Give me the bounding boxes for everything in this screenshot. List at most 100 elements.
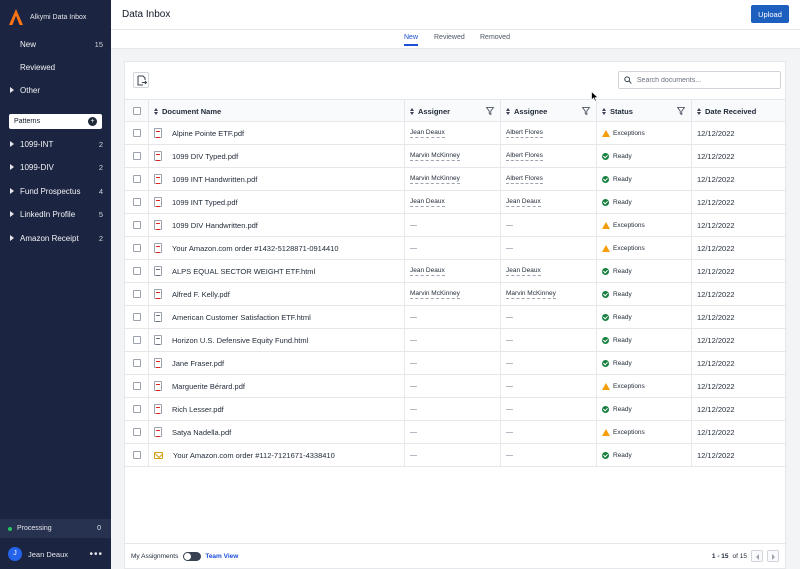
table-row[interactable]: Alpine Pointe ETF.pdf Jean Deaux Albert Fl…: [125, 122, 785, 145]
assigner-name[interactable]: Jean Deaux: [410, 128, 445, 138]
row-checkbox[interactable]: [132, 405, 141, 413]
document-name[interactable]: Rich Lesser.pdf: [172, 405, 224, 414]
upload-button[interactable]: Upload: [751, 5, 789, 23]
document-name[interactable]: Your Amazon.com order #1432-5128871-0914…: [172, 244, 339, 253]
document-name-cell[interactable]: ALPS EQUAL SECTOR WEIGHT ETF.html: [149, 260, 405, 282]
document-name[interactable]: Satya Nadella.pdf: [172, 428, 231, 437]
row-checkbox[interactable]: [132, 221, 141, 229]
filter-icon[interactable]: [582, 107, 590, 115]
document-name-cell[interactable]: Alpine Pointe ETF.pdf: [149, 122, 405, 144]
document-name[interactable]: 1099 INT Typed.pdf: [172, 198, 238, 207]
row-checkbox[interactable]: [132, 267, 141, 275]
tab-reviewed[interactable]: Reviewed: [434, 34, 465, 44]
document-name-cell[interactable]: Horizon U.S. Defensive Equity Fund.html: [149, 329, 405, 351]
document-name[interactable]: Marguerite Bérard.pdf: [172, 382, 245, 391]
table-row[interactable]: American Customer Satisfaction ETF.html —…: [125, 306, 785, 329]
table-row[interactable]: Horizon U.S. Defensive Equity Fund.html —…: [125, 329, 785, 352]
row-checkbox[interactable]: [132, 152, 141, 160]
assignee-name[interactable]: Albert Flores: [506, 174, 543, 184]
assignee-name[interactable]: Jean Deaux: [506, 197, 541, 207]
brand[interactable]: Alkymi Data Inbox: [8, 8, 86, 26]
table-row[interactable]: Marguerite Bérard.pdf — — Exceptions 12/12/2…: [125, 375, 785, 398]
document-name[interactable]: Jane Fraser.pdf: [172, 359, 224, 368]
tab-new[interactable]: New: [404, 34, 419, 46]
sidebar-item-1099-int[interactable]: 1099-INT 2: [0, 136, 111, 152]
row-checkbox[interactable]: [132, 451, 141, 459]
row-checkbox[interactable]: [132, 428, 141, 436]
header-status[interactable]: Status: [597, 100, 692, 122]
add-pattern-icon[interactable]: +: [88, 117, 97, 126]
header-assigner[interactable]: Assigner: [405, 100, 501, 122]
sidebar-item-1099-div[interactable]: 1099-DIV 2: [0, 159, 111, 175]
assigner-name[interactable]: Marvin McKinney: [410, 151, 460, 161]
document-name-cell[interactable]: Rich Lesser.pdf: [149, 398, 405, 420]
table-row[interactable]: Jane Fraser.pdf — — Ready 12/12/2022: [125, 352, 785, 375]
table-row[interactable]: Rich Lesser.pdf — — Ready 12/12/2022: [125, 398, 785, 421]
row-checkbox[interactable]: [132, 290, 141, 298]
user-menu[interactable]: J Jean Deaux •••: [0, 543, 111, 565]
sidebar-item-linkedin-profile[interactable]: LinkedIn Profile 5: [0, 206, 111, 222]
assigner-name[interactable]: Marvin McKinney: [410, 174, 460, 184]
sidebar-item-amazon-receipt[interactable]: Amazon Receipt 2: [0, 230, 111, 246]
export-button[interactable]: [133, 72, 149, 88]
table-row[interactable]: Alfred F. Kelly.pdf Marvin McKinney Marvin…: [125, 283, 785, 306]
table-row[interactable]: 1099 INT Handwritten.pdf Marvin McKinney A…: [125, 168, 785, 191]
document-name[interactable]: 1099 INT Handwritten.pdf: [172, 175, 257, 184]
document-name[interactable]: American Customer Satisfaction ETF.html: [172, 313, 311, 322]
assignee-name[interactable]: Albert Flores: [506, 151, 543, 161]
search-input[interactable]: [636, 76, 775, 84]
document-name[interactable]: 1099 DIV Typed.pdf: [172, 152, 238, 161]
document-name[interactable]: Alfred F. Kelly.pdf: [172, 290, 230, 299]
select-all-checkbox[interactable]: [132, 107, 141, 115]
document-name[interactable]: Your Amazon.com order #112-7121671-43384…: [173, 451, 335, 460]
assigner-name[interactable]: Jean Deaux: [410, 197, 445, 207]
document-name-cell[interactable]: Alfred F. Kelly.pdf: [149, 283, 405, 305]
document-name-cell[interactable]: Jane Fraser.pdf: [149, 352, 405, 374]
previous-page-button[interactable]: [751, 550, 763, 562]
table-row[interactable]: 1099 DIV Typed.pdf Marvin McKinney Albert …: [125, 145, 785, 168]
sidebar-item-new[interactable]: New 15: [0, 36, 111, 52]
assignee-name[interactable]: Jean Deaux: [506, 266, 541, 276]
processing-status[interactable]: Processing 0: [0, 519, 111, 538]
document-name[interactable]: Alpine Pointe ETF.pdf: [172, 129, 244, 138]
header-assignee[interactable]: Assignee: [501, 100, 597, 122]
assigner-name[interactable]: Marvin McKinney: [410, 289, 460, 299]
table-row[interactable]: Your Amazon.com order #112-7121671-43384…: [125, 444, 785, 467]
sidebar-item-fund-prospectus[interactable]: Fund Prospectus 4: [0, 183, 111, 199]
assignee-name[interactable]: Marvin McKinney: [506, 289, 556, 299]
patterns-button[interactable]: Patterns +: [9, 114, 102, 129]
row-checkbox[interactable]: [132, 244, 141, 252]
document-name-cell[interactable]: 1099 INT Typed.pdf: [149, 191, 405, 213]
next-page-button[interactable]: [767, 550, 779, 562]
document-name-cell[interactable]: Your Amazon.com order #112-7121671-43384…: [149, 444, 405, 466]
assignments-toggle[interactable]: [183, 551, 202, 561]
row-checkbox[interactable]: [132, 175, 141, 183]
tab-removed[interactable]: Removed: [480, 34, 510, 44]
table-row[interactable]: ALPS EQUAL SECTOR WEIGHT ETF.html Jean De…: [125, 260, 785, 283]
table-row[interactable]: Your Amazon.com order #1432-5128871-0914…: [125, 237, 785, 260]
filter-icon[interactable]: [486, 107, 494, 115]
document-name-cell[interactable]: American Customer Satisfaction ETF.html: [149, 306, 405, 328]
document-name-cell[interactable]: 1099 DIV Typed.pdf: [149, 145, 405, 167]
assigner-name[interactable]: Jean Deaux: [410, 266, 445, 276]
document-name[interactable]: Horizon U.S. Defensive Equity Fund.html: [172, 336, 308, 345]
document-name-cell[interactable]: 1099 DIV Handwritten.pdf: [149, 214, 405, 236]
header-document-name[interactable]: Document Name: [149, 100, 405, 122]
document-name-cell[interactable]: Marguerite Bérard.pdf: [149, 375, 405, 397]
document-name-cell[interactable]: 1099 INT Handwritten.pdf: [149, 168, 405, 190]
row-checkbox[interactable]: [132, 359, 141, 367]
header-date-received[interactable]: Date Received: [692, 100, 785, 122]
table-row[interactable]: 1099 INT Typed.pdf Jean Deaux Jean Deaux Re…: [125, 191, 785, 214]
document-name-cell[interactable]: Satya Nadella.pdf: [149, 421, 405, 443]
table-row[interactable]: 1099 DIV Handwritten.pdf — — Exceptions 12/1…: [125, 214, 785, 237]
row-checkbox[interactable]: [132, 129, 141, 137]
row-checkbox[interactable]: [132, 336, 141, 344]
document-name-cell[interactable]: Your Amazon.com order #1432-5128871-0914…: [149, 237, 405, 259]
sidebar-item-other[interactable]: Other: [0, 82, 111, 98]
document-name[interactable]: 1099 DIV Handwritten.pdf: [172, 221, 258, 230]
sidebar-item-reviewed[interactable]: Reviewed: [0, 59, 111, 75]
more-options-icon[interactable]: •••: [89, 549, 103, 560]
row-checkbox[interactable]: [132, 382, 141, 390]
table-row[interactable]: Satya Nadella.pdf — — Exceptions 12/12/2022: [125, 421, 785, 444]
row-checkbox[interactable]: [132, 313, 141, 321]
